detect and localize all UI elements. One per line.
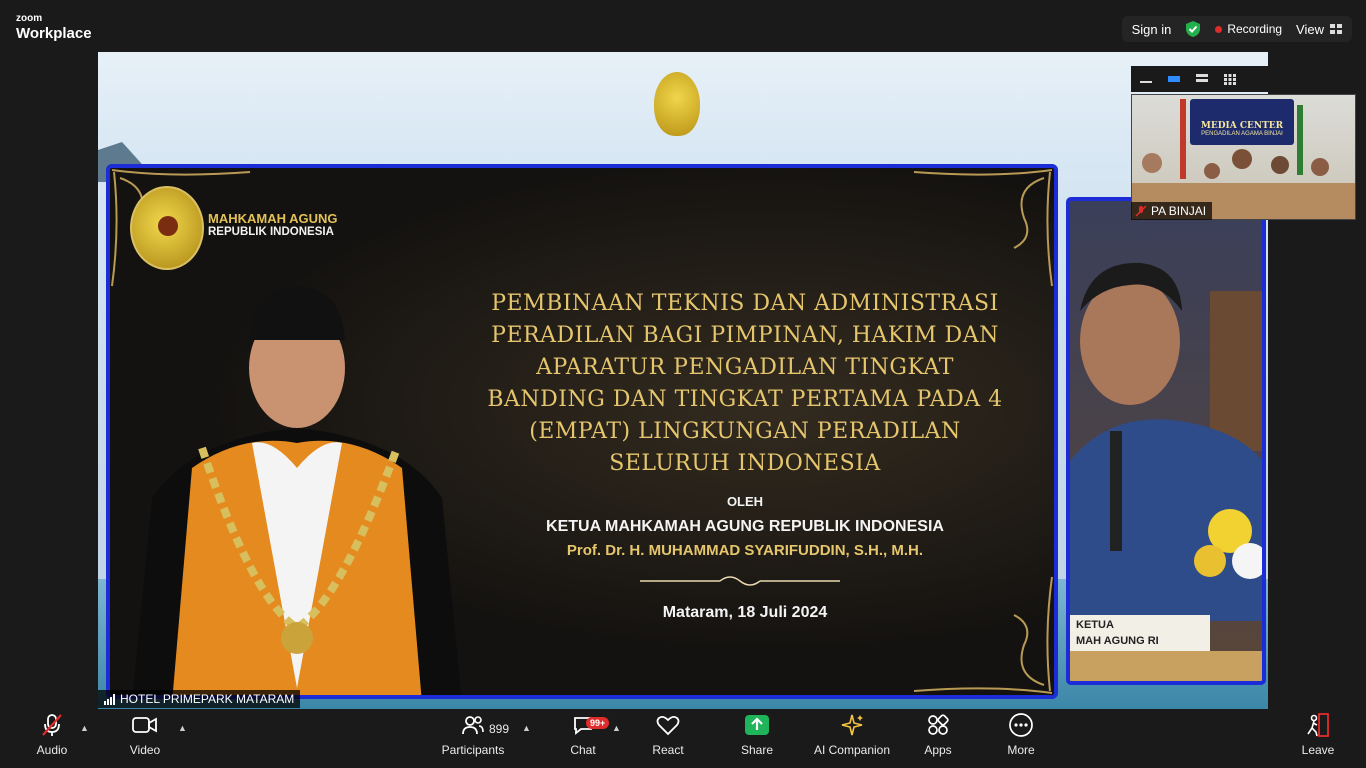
strip-view-icon[interactable] (1195, 73, 1209, 85)
audio-button[interactable]: Audio (34, 709, 70, 768)
org-title: MAHKAMAH AGUNG REPUBLIK INDONESIA (208, 211, 338, 239)
top-right-controls: Sign in Recording View (1121, 16, 1352, 42)
shared-video-stage[interactable]: MAHKAMAH AGUNG REPUBLIK INDONESIA PEMBIN… (98, 52, 1268, 709)
speaker-video: KETUA MAH AGUNG RI (1066, 197, 1266, 685)
top-bar: zoom Workplace Sign in Recording View (0, 0, 1366, 52)
apps-button[interactable]: Apps (920, 709, 956, 768)
ai-companion-label: AI Companion (813, 743, 891, 757)
view-button[interactable]: View (1296, 22, 1342, 37)
record-dot-icon (1215, 25, 1223, 33)
react-button[interactable]: React (648, 709, 688, 768)
presentation-slide: MAHKAMAH AGUNG REPUBLIK INDONESIA PEMBIN… (106, 164, 1058, 699)
ai-sparkle-icon (841, 714, 863, 736)
recording-label: Recording (1227, 22, 1283, 36)
portrait-chief-justice (132, 286, 462, 695)
main-video-name: HOTEL PRIMEPARK MATARAM (120, 692, 295, 706)
slide-title: PEMBINAAN TEKNIS DAN ADMINISTRASI PERADI… (465, 288, 1025, 480)
slide-title-line: BANDING DAN TINGKAT PERTAMA PADA 4 (487, 387, 1003, 412)
participants-icon (462, 716, 484, 735)
react-label: React (652, 743, 684, 757)
participants-count: 899 (489, 722, 510, 736)
meeting-toolbar: Audio ▲ Video ▲ Participants 899 ▲ Chat … (0, 709, 1366, 768)
ornament-bottom-right-icon (913, 576, 1053, 694)
slide-title-line: PEMBINAAN TEKNIS DAN ADMINISTRASI (491, 291, 999, 316)
thumbnail-controls (1131, 66, 1356, 92)
video-button[interactable]: Video (127, 709, 163, 768)
org-line-1: MAHKAMAH AGUNG (208, 211, 338, 226)
ornament-divider-icon (640, 576, 840, 586)
recording-indicator[interactable]: Recording (1215, 22, 1282, 36)
presenter-role: KETUA MAHKAMAH AGUNG REPUBLIK INDONESIA (546, 518, 944, 535)
leave-icon (1307, 713, 1329, 737)
signal-strength-icon (104, 693, 115, 705)
more-button[interactable]: More (1003, 709, 1039, 768)
presenter-name: Prof. Dr. H. MUHAMMAD SYARIFUDDIN, S.H.,… (566, 542, 924, 559)
chat-options-caret[interactable]: ▲ (612, 723, 621, 733)
more-dots-icon (1009, 713, 1033, 737)
ornament-top-right-icon (913, 169, 1053, 287)
participants-options-caret[interactable]: ▲ (522, 723, 531, 733)
speaker-figure (1070, 262, 1262, 681)
share-label: Share (740, 743, 774, 757)
apps-icon (928, 714, 949, 735)
zoom-logo: zoom Workplace (16, 13, 92, 42)
share-button[interactable]: Share (737, 709, 777, 768)
more-label: More (1007, 743, 1035, 757)
camera-icon (132, 717, 157, 733)
share-arrow-icon (745, 715, 769, 735)
leave-button[interactable]: Leave (1300, 709, 1336, 768)
brand-main: Workplace (16, 25, 92, 42)
nameplate-line-1: KETUA (1076, 619, 1114, 631)
mic-muted-icon (42, 714, 62, 736)
mahkamah-agung-seal (130, 186, 204, 270)
chat-badge: 99+ (586, 717, 610, 729)
brand-small: zoom (16, 13, 43, 24)
speaker-view-icon[interactable] (1167, 74, 1181, 84)
thumbnail-name-label: PA BINJAI (1131, 202, 1213, 220)
leave-label: Leave (1301, 743, 1335, 757)
audio-label: Audio (36, 743, 68, 757)
video-options-caret[interactable]: ▲ (178, 723, 187, 733)
slide-title-line: APARATUR PENGADILAN TINGKAT (536, 355, 954, 380)
sign-in-button[interactable]: Sign in (1132, 22, 1172, 37)
main-video-name-label: HOTEL PRIMEPARK MATARAM (98, 690, 301, 708)
slide-title-line: PERADILAN BAGI PIMPINAN, HAKIM DAN (491, 323, 999, 348)
ai-companion-button[interactable]: AI Companion (812, 709, 892, 768)
minimize-icon[interactable] (1139, 74, 1153, 84)
shield-check-icon[interactable] (1185, 20, 1201, 38)
org-line-2: REPUBLIK INDONESIA (208, 226, 334, 239)
nameplate-line-2: MAH AGUNG RI (1076, 635, 1159, 647)
chat-label: Chat (570, 743, 596, 757)
place-date: Mataram, 18 Juli 2024 (662, 604, 828, 621)
gallery-view-icon[interactable] (1223, 73, 1237, 85)
top-emblem (654, 72, 700, 136)
grid-view-icon (1330, 24, 1342, 34)
mic-muted-icon (1135, 205, 1147, 217)
participants-label: Participants (441, 743, 505, 757)
oleh-label: OLEH (726, 494, 764, 509)
slide-title-line: (EMPAT) LINGKUNGAN PERADILAN (529, 419, 961, 444)
apps-label: Apps (924, 743, 952, 757)
video-label: Video (129, 743, 161, 757)
speaker-nameplate: KETUA MAH AGUNG RI (1070, 615, 1210, 651)
participant-name: PA BINJAI (1151, 204, 1207, 218)
slide-title-line: SELURUH INDONESIA (609, 451, 881, 476)
audio-options-caret[interactable]: ▲ (80, 723, 89, 733)
participants-button[interactable]: Participants (440, 709, 506, 768)
view-label: View (1296, 21, 1324, 37)
react-heart-icon (656, 715, 680, 736)
